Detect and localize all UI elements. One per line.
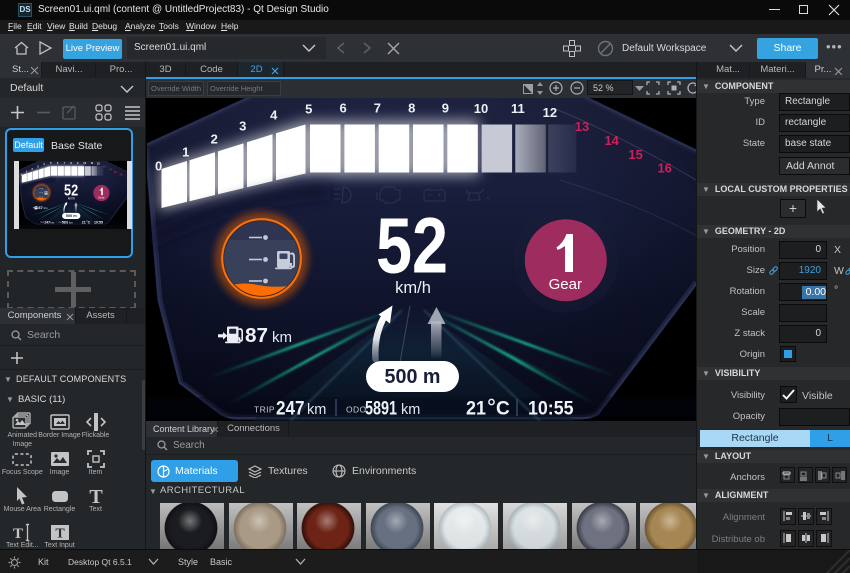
svg-text:15: 15 — [628, 147, 642, 162]
svg-text:9: 9 — [442, 101, 449, 116]
svg-text:5891: 5891 — [365, 399, 397, 420]
svg-text:7: 7 — [374, 101, 381, 116]
svg-text:500 m: 500 m — [385, 366, 441, 388]
svg-text:T: T — [55, 527, 65, 542]
svg-text:21: 21 — [466, 399, 486, 420]
svg-text:10: 10 — [474, 101, 488, 116]
svg-text:11: 11 — [511, 101, 525, 116]
svg-text:4: 4 — [270, 108, 278, 123]
svg-text:1: 1 — [182, 145, 189, 160]
svg-text:C: C — [88, 220, 91, 224]
svg-text:6: 6 — [339, 101, 346, 116]
svg-text:C: C — [496, 399, 510, 420]
svg-text:km: km — [272, 329, 292, 346]
svg-text:TRIP: TRIP — [254, 405, 275, 415]
svg-text:8: 8 — [408, 101, 415, 116]
svg-text:87: 87 — [245, 325, 268, 347]
svg-text:5891: 5891 — [62, 220, 68, 224]
svg-text:14: 14 — [604, 133, 619, 148]
svg-text:10:55: 10:55 — [528, 399, 574, 420]
svg-text:Gear: Gear — [549, 276, 582, 293]
svg-text:21: 21 — [82, 220, 86, 224]
svg-text:13: 13 — [575, 119, 589, 134]
svg-text:Gear: Gear — [98, 196, 105, 200]
svg-text:52: 52 — [376, 203, 448, 290]
svg-text:500 m: 500 m — [66, 213, 78, 218]
svg-text:T: T — [13, 526, 23, 542]
svg-text:T: T — [89, 486, 103, 507]
svg-text:km: km — [69, 220, 73, 224]
svg-text:2: 2 — [211, 132, 218, 147]
svg-text:10:55: 10:55 — [94, 220, 103, 224]
svg-text:0: 0 — [155, 159, 162, 174]
svg-text:247: 247 — [276, 399, 305, 420]
svg-text:km/h: km/h — [395, 279, 431, 297]
svg-text:ODO: ODO — [346, 405, 367, 415]
svg-text:12: 12 — [543, 105, 557, 120]
svg-text:km: km — [307, 402, 326, 418]
svg-text:km: km — [50, 220, 54, 224]
svg-text:3: 3 — [239, 119, 246, 134]
svg-text:km: km — [401, 402, 420, 418]
svg-text:km/h: km/h — [68, 196, 75, 200]
svg-text:247: 247 — [44, 220, 50, 224]
svg-text:5: 5 — [305, 102, 312, 117]
svg-text:16: 16 — [657, 160, 671, 175]
svg-text:km: km — [44, 206, 48, 210]
